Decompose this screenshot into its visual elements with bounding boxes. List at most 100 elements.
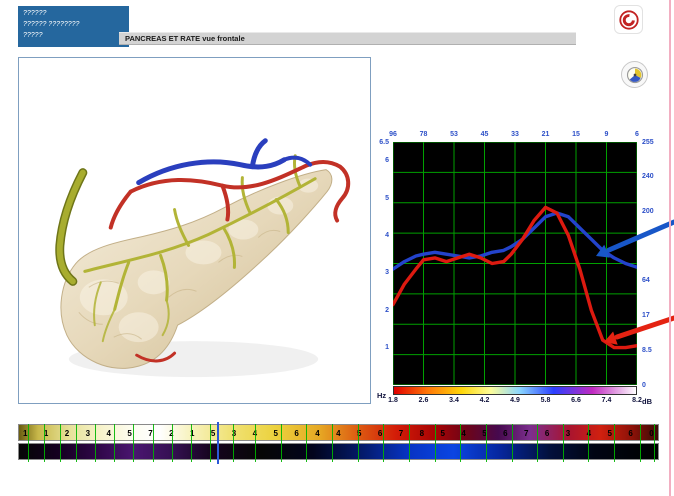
patient-info-line: ????? xyxy=(23,32,43,40)
timeline-tick xyxy=(588,424,590,462)
axis-label: 200 xyxy=(642,207,654,215)
timeline-number: 5 xyxy=(440,429,445,438)
timeline-number: 4 xyxy=(336,429,341,438)
axis-label: 5 xyxy=(385,194,389,202)
timeline-tick xyxy=(59,424,61,462)
timeline-tick xyxy=(562,424,564,462)
axis-label: 17 xyxy=(642,312,650,320)
timeline-tick xyxy=(653,424,655,462)
timeline-number: 2 xyxy=(64,429,70,438)
timeline-number: 5 xyxy=(127,429,132,438)
axis-label: 6.6 xyxy=(571,397,581,404)
timeline-tick xyxy=(511,424,513,462)
timeline-number: 3 xyxy=(565,429,571,438)
dial-icon xyxy=(626,66,643,83)
left-axis-labels: 6.5 6 5 4 3 2 1 xyxy=(368,138,391,385)
timeline-tick xyxy=(357,424,359,462)
axis-label: 7.4 xyxy=(601,397,612,404)
axis-label: 255 xyxy=(642,138,654,146)
axis-label: 6 xyxy=(385,157,389,165)
axis-label: 15 xyxy=(572,131,580,138)
axis-label: 53 xyxy=(450,131,458,138)
spectrum-colorbar xyxy=(393,386,637,395)
timeline-number: 7 xyxy=(524,429,529,438)
timeline-number: 8 xyxy=(419,429,425,438)
timeline-tick xyxy=(332,424,334,462)
timeline-tick xyxy=(232,424,234,462)
timeline-tick xyxy=(383,424,385,462)
timeline-number: 5 xyxy=(210,429,216,438)
axis-label: 45 xyxy=(480,131,489,138)
axis-label: 33 xyxy=(511,131,519,138)
view-title-bar: PANCREAS ET RATE vue frontale xyxy=(119,32,576,45)
timeline-number: 4 xyxy=(106,429,111,438)
display-settings-button[interactable] xyxy=(621,61,648,88)
record-stop-icon xyxy=(618,9,639,30)
bottom-axis-labels: 1.8 2.6 3.4 4.2 4.9 5.8 6.6 7.4 8.2 xyxy=(388,397,642,406)
timeline-tick xyxy=(485,424,487,462)
axis-label: 78 xyxy=(419,131,428,138)
timeline-tick xyxy=(133,424,135,462)
timeline-tick xyxy=(255,424,257,462)
axis-label: 6 xyxy=(635,131,639,138)
axis-label: 4.9 xyxy=(510,397,520,404)
anatomy-3d-viewport[interactable] xyxy=(18,57,371,404)
top-axis-labels: 96 78 53 45 33 21 15 9 6 xyxy=(389,131,639,140)
timeline-number: 6 xyxy=(544,429,550,438)
timeline-number: 3 xyxy=(85,429,91,438)
timeline-tick xyxy=(94,424,96,462)
timeline-tick xyxy=(409,424,410,462)
axis-label: 2.6 xyxy=(418,397,429,404)
window-edge-accent xyxy=(669,0,671,496)
axis-label: 64 xyxy=(642,277,650,285)
view-title: PANCREAS ET RATE vue frontale xyxy=(125,34,245,43)
hz-unit-label: Hz xyxy=(377,391,387,400)
db-unit-label: dB xyxy=(642,397,652,406)
timeline-tick xyxy=(27,424,29,462)
timeline-tick xyxy=(280,424,282,462)
timeline-tick xyxy=(210,424,212,462)
axis-label: 96 xyxy=(389,131,397,138)
axis-label: 8.2 xyxy=(632,397,642,404)
timeline-tick xyxy=(43,424,45,462)
timeline-tick xyxy=(114,424,116,462)
axis-label: 4.2 xyxy=(479,397,490,404)
timeline-number: 7 xyxy=(398,429,404,438)
timeline-cursor[interactable] xyxy=(216,422,219,464)
axis-label: 0 xyxy=(642,381,646,389)
timeline-tick xyxy=(75,424,77,462)
axis-label: 2 xyxy=(385,306,389,314)
axis-label: 5.8 xyxy=(540,397,551,404)
axis-label: 9 xyxy=(604,131,609,138)
timeline-tick xyxy=(434,424,436,462)
timeline-number: 4 xyxy=(461,429,466,438)
patient-info-box: ?????? ?????? ???????? ????? xyxy=(18,6,129,47)
axis-label: 1 xyxy=(385,344,389,352)
patient-info-line: ?????? ???????? xyxy=(23,21,80,29)
spectrum-plot[interactable] xyxy=(391,141,639,386)
timeline-number: 5 xyxy=(273,429,278,438)
timeline-number: 6 xyxy=(377,429,383,438)
timeline-tick xyxy=(171,424,173,462)
axis-label: 6.5 xyxy=(379,138,389,146)
axis-label: 3.4 xyxy=(449,397,459,404)
timeline-number: 6 xyxy=(628,429,633,438)
timeline-strips: 1123457215345644567854567634560 xyxy=(18,422,659,464)
timeline-tick xyxy=(537,424,539,462)
axis-label: 4 xyxy=(385,231,389,239)
app-window: ?????? ?????? ???????? ????? PANCREAS ET… xyxy=(0,0,674,496)
timeline-tick xyxy=(614,424,616,462)
axis-label: 3 xyxy=(385,269,389,277)
timeline-tick xyxy=(152,424,154,462)
axis-label: 1.8 xyxy=(388,397,398,404)
timeline-number: 4 xyxy=(315,429,320,438)
axis-label: 8.5 xyxy=(642,346,652,354)
timeline-number: 6 xyxy=(503,429,508,438)
patient-info-line: ?????? xyxy=(23,10,47,17)
timeline-tick xyxy=(460,424,462,462)
timeline-tick xyxy=(306,424,308,462)
timeline-tick xyxy=(191,424,193,462)
close-button[interactable] xyxy=(614,5,643,34)
pancreas-3d-render xyxy=(55,138,351,378)
right-axis-labels: 255 240 200 64 17 8.5 0 xyxy=(640,138,668,389)
